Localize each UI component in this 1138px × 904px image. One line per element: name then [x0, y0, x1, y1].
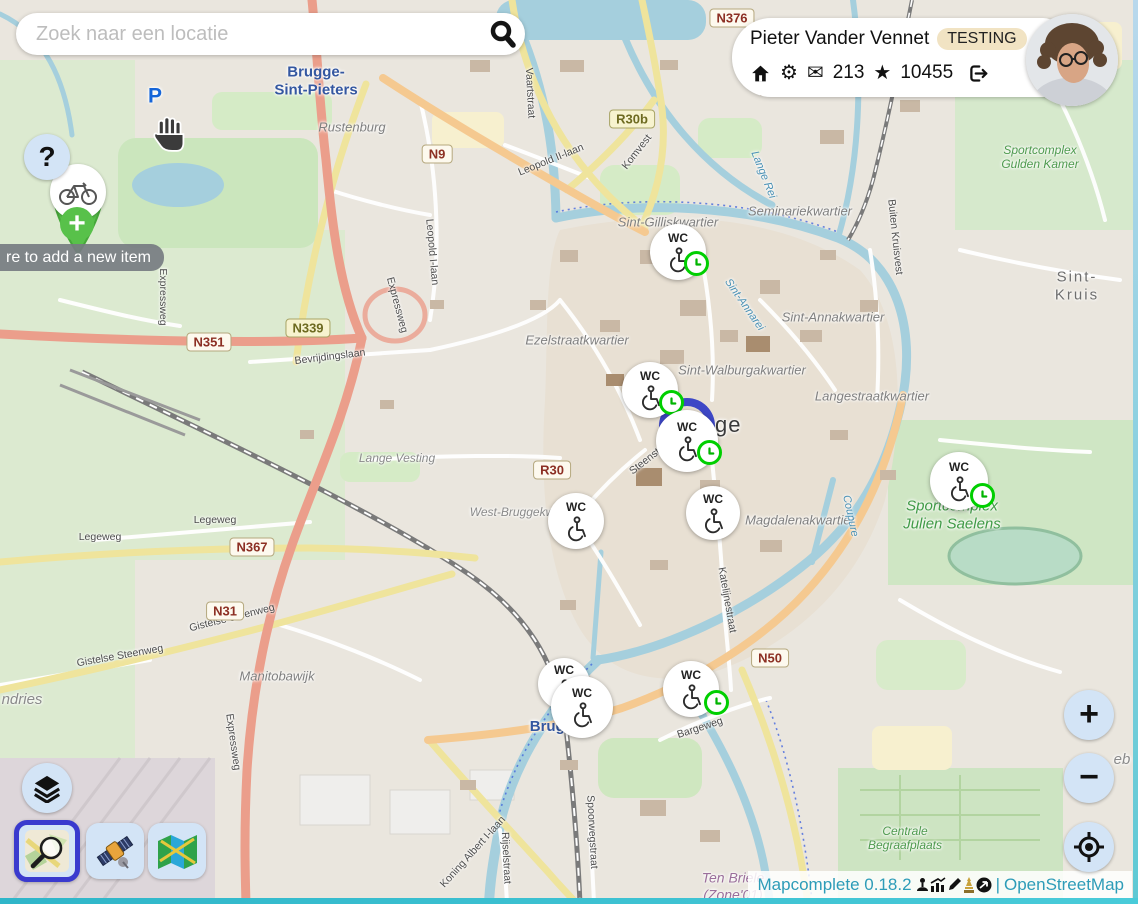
marker-wc-label: WC	[677, 421, 697, 433]
layers-button[interactable]	[22, 763, 72, 813]
home-icon[interactable]	[750, 63, 771, 84]
road-ref-badge: R30b	[609, 110, 655, 129]
changesets-count: 10455	[900, 62, 953, 84]
crosshair-icon	[1073, 831, 1105, 863]
basemap-map-button[interactable]	[148, 823, 206, 879]
toilet-marker[interactable]: WC	[622, 362, 678, 418]
bicycle-icon	[58, 178, 98, 206]
road-ref-badge: N351	[186, 333, 231, 352]
app-version-link[interactable]: Mapcomplete 0.18.2	[758, 875, 912, 895]
edit-pencil-icon	[947, 877, 962, 892]
settings-gear-icon[interactable]: ⚙	[780, 63, 798, 83]
messages-mail-icon[interactable]: ✉	[807, 63, 824, 83]
marker-wc-label: WC	[681, 669, 701, 681]
marker-wc-label: WC	[572, 687, 592, 699]
osm-carto-icon	[25, 830, 69, 872]
search-input[interactable]	[34, 22, 481, 47]
basemap-osm-button[interactable]	[14, 820, 80, 882]
statue-icon	[963, 877, 975, 893]
wheelchair-icon	[946, 475, 973, 502]
marker-wc-label: WC	[703, 493, 723, 505]
statistics-icon	[930, 877, 946, 892]
folded-map-icon	[156, 831, 198, 871]
marker-wc-label: WC	[949, 461, 969, 473]
help-button[interactable]: ?	[24, 134, 70, 180]
satellite-icon	[94, 830, 136, 872]
attribution-icons	[916, 877, 992, 893]
location-search-bar	[16, 13, 525, 55]
toilet-marker[interactable]: WC	[686, 486, 740, 540]
messages-count: 213	[833, 62, 865, 84]
zoom-in-button[interactable]: +	[1064, 690, 1114, 740]
search-icon	[488, 19, 518, 49]
plus-icon: +	[1079, 697, 1099, 731]
geolocate-button[interactable]	[1064, 822, 1114, 872]
wheelchair-icon	[678, 683, 705, 710]
basemap-satellite-button[interactable]	[86, 823, 144, 879]
bottom-edge-strip	[0, 898, 1138, 904]
testing-badge: TESTING	[937, 28, 1026, 50]
wheelchair-icon	[674, 435, 701, 462]
opening-hours-clock-badge	[970, 483, 995, 508]
opening-hours-clock-badge	[697, 440, 722, 465]
road-ref-badge: N31	[206, 602, 244, 621]
road-ref-badge: N367	[229, 538, 274, 557]
changesets-star-icon: ★	[873, 63, 891, 83]
search-button[interactable]	[481, 13, 525, 55]
marker-wc-label: WC	[566, 501, 586, 513]
opening-hours-clock-badge	[684, 251, 709, 276]
right-edge-strip	[1133, 0, 1138, 904]
logout-icon[interactable]	[966, 63, 989, 84]
toilet-marker[interactable]: WC	[663, 661, 719, 717]
zoom-out-button[interactable]: −	[1064, 753, 1114, 803]
tooltip-text: re to add a new item	[6, 249, 151, 267]
road-ref-badge: N9	[422, 145, 453, 164]
user-panel: Pieter Vander Vennet TESTING ⚙ ✉ 213 ★ 1…	[732, 18, 1063, 97]
user-avatar[interactable]	[1026, 14, 1118, 106]
road-ref-badge: N339	[285, 319, 330, 338]
add-plus-icon: +	[60, 207, 94, 241]
toilet-marker[interactable]: WC	[656, 410, 718, 472]
drag-hand-cursor	[152, 114, 188, 157]
toilet-marker[interactable]: WC	[930, 452, 988, 510]
add-item-tooltip: re to add a new item	[0, 244, 164, 271]
wheelchair-icon	[700, 507, 727, 534]
marker-wc-label: WC	[640, 370, 660, 382]
marker-wc-label: WC	[668, 232, 688, 244]
road-ref-badge: N50	[751, 649, 789, 668]
map-canvas[interactable]: Brugge- Sint-PietersRustenburgSint-Gilli…	[0, 0, 1138, 904]
wheelchair-icon	[569, 701, 596, 728]
osm-copyright-icon	[976, 877, 992, 893]
help-question-mark: ?	[38, 141, 55, 173]
toilet-marker[interactable]: WC	[650, 224, 706, 280]
toilet-marker[interactable]: WC	[551, 676, 613, 738]
road-ref-badge: R30	[533, 461, 571, 480]
minus-icon: −	[1079, 760, 1099, 794]
toilet-marker[interactable]: WC	[548, 493, 604, 549]
user-name[interactable]: Pieter Vander Vennet	[750, 28, 929, 50]
opening-hours-clock-badge	[704, 690, 729, 715]
layers-icon	[32, 773, 62, 803]
community-icon	[916, 877, 929, 892]
attribution-separator: |	[996, 875, 1000, 895]
wheelchair-icon	[563, 515, 590, 542]
osm-link[interactable]: OpenStreetMap	[1004, 875, 1124, 895]
attribution-bar: Mapcomplete 0.18.2 | OpenStreetMap	[748, 871, 1132, 898]
marker-wc-label: WC	[554, 664, 574, 676]
